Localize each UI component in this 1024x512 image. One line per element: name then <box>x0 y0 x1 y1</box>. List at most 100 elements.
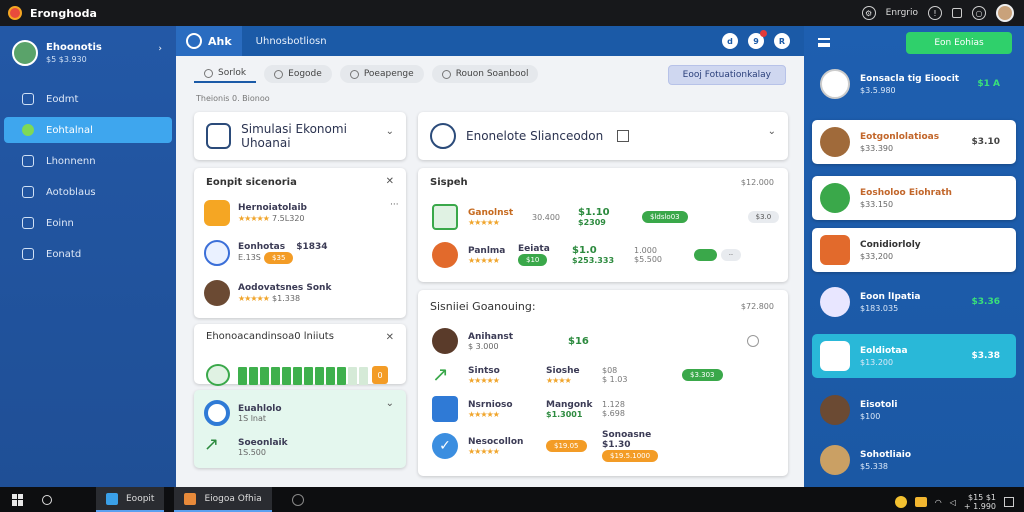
cycle-icon <box>204 400 230 426</box>
item-name: Eonhotas <box>238 242 286 252</box>
more-icon[interactable]: ·· <box>720 249 742 261</box>
chevron-down-icon[interactable]: ⌄ <box>768 126 776 137</box>
status-badge: $10 <box>518 254 548 266</box>
taskbar-app-2[interactable]: Eiogoa Ofhia <box>174 487 272 512</box>
close-icon[interactable]: ✕ <box>386 332 394 343</box>
list-item[interactable]: ↗ Soeonlaik 1S.500 <box>204 434 288 460</box>
search-icon[interactable] <box>42 494 52 505</box>
sidebar-item-clock[interactable]: Aotoblaus <box>4 179 172 205</box>
info-icon[interactable]: d <box>722 33 738 49</box>
notification-icon[interactable]: 9 <box>748 30 767 49</box>
item-value: $3.36 <box>971 297 1000 307</box>
item-value2: $ 1.03 <box>602 375 628 384</box>
list-item[interactable]: Euahlolo 1S lnat <box>204 400 282 426</box>
clock-date: + 1.990 <box>963 502 996 511</box>
header-icons: d 9 R <box>722 30 790 49</box>
folder-icon[interactable] <box>914 497 927 507</box>
trend-up-icon: ↗ <box>204 434 220 455</box>
item-label: Mangonk <box>546 399 593 410</box>
item-sub: 30.400 <box>532 212 560 222</box>
more-icon[interactable]: ··· <box>390 200 399 210</box>
list-item[interactable]: Eoon lIpatia $183.035 $3.36 <box>812 280 1016 324</box>
sidebar-item-people[interactable]: Eoinn <box>4 210 172 236</box>
hero-card-left[interactable]: Simulasi Ekonomi Uhoanai ⌄ <box>194 112 406 160</box>
table-row[interactable]: Panlma ★★★★★ Eeiata $10 $1.0 $253.333 1.000… <box>432 242 742 268</box>
avatar <box>820 445 850 475</box>
clock[interactable]: $15 $1 + 1.990 <box>964 493 996 511</box>
network-icon[interactable]: ◠ <box>935 498 942 507</box>
toolbar-action-button[interactable]: Eooj Fotuationkalay <box>667 65 786 85</box>
avatar <box>820 183 850 213</box>
help-icon[interactable]: ! <box>928 6 942 20</box>
menu-icon[interactable] <box>818 38 830 47</box>
sidebar-item-active[interactable]: Eohtalnal <box>4 117 172 143</box>
list-item[interactable]: Eonhotas $1834 E.13S $35 <box>204 240 328 266</box>
windows-start-icon[interactable] <box>12 493 24 506</box>
filter-icon <box>274 69 284 79</box>
item-value2: $253.333 <box>572 256 615 265</box>
item-sub: $ 3.000 <box>468 341 499 351</box>
sidebar-item-label: Eoinn <box>46 217 74 229</box>
tab-view[interactable]: Rouon Soanbool <box>431 65 539 83</box>
taskbar-app-3[interactable] <box>282 487 322 512</box>
sidebar-item-label: Eonatd <box>46 248 82 260</box>
list-item[interactable]: Conidiorloly $33,200 <box>812 228 1016 272</box>
item-name: Euahlolo <box>238 403 282 414</box>
status-badge: $19.5.1000 <box>602 450 659 462</box>
emoji-icon[interactable] <box>894 496 907 508</box>
item-mid: 1.000 <box>634 246 657 255</box>
window-icon[interactable] <box>952 8 962 18</box>
item-value: $1 A <box>977 79 1000 89</box>
chevron-down-icon[interactable]: ⌄ <box>386 398 394 409</box>
chevron-right-icon[interactable]: › <box>158 44 162 54</box>
close-icon[interactable]: ✕ <box>386 176 394 187</box>
list-item[interactable]: Eisotoli $100 <box>812 388 1016 432</box>
hero-card-right[interactable]: Enonelote Slianceodon ⌄ <box>418 112 788 160</box>
progress-segment <box>304 367 313 385</box>
account-icon[interactable]: ○ <box>972 6 986 20</box>
clock-time: $15 $1 <box>968 493 996 502</box>
notification-center-icon[interactable] <box>1004 497 1014 507</box>
stock-card: Sispeh $12.000 Ganolnst ★★★★★ 30.400 $1.1… <box>418 168 788 282</box>
sidebar-item-grid[interactable]: Lhonnenn <box>4 148 172 174</box>
tab-sort[interactable]: Poeapenge <box>339 65 424 83</box>
summary-card: Euahlolo 1S lnat ⌄ ↗ Soeonlaik 1S.500 <box>194 390 406 468</box>
list-item[interactable]: Eotgonlolatioas $33.390 $3.10 <box>812 120 1016 164</box>
item-value: $16 <box>568 335 589 347</box>
taskbar-app-1[interactable]: Eoopit <box>96 487 165 512</box>
browser-icon <box>291 493 304 506</box>
tab-filter[interactable]: Eogode <box>264 65 332 83</box>
profile[interactable]: Ehoonotis $5 $3.930 › <box>0 26 176 78</box>
profile-icon[interactable]: R <box>774 33 790 49</box>
volume-icon[interactable]: ◁ <box>950 498 956 507</box>
settings-icon[interactable]: ⚙ <box>861 6 876 20</box>
chevron-down-icon[interactable]: ⌄ <box>386 126 394 137</box>
list-item[interactable]: Hernoiatolaib ★★★★★ 7.5L320 ··· <box>204 200 399 226</box>
add-button[interactable]: Eon Eohias <box>906 32 1012 54</box>
item-value2: $2309 <box>578 218 606 227</box>
item-sub: E.13S <box>238 253 261 262</box>
plant-icon <box>432 242 458 268</box>
table-row[interactable]: Nsrnioso ★★★★★ Mangonk $1.3001 1.128 $.698 <box>432 396 682 422</box>
list-item[interactable]: Eosholoo Eiohrath $33.150 <box>812 176 1016 220</box>
sidebar-item-home[interactable]: Eodmt <box>4 86 172 112</box>
user-menu[interactable]: Enrgrio <box>886 8 918 18</box>
table-row[interactable]: ✓ Nesocollon ★★★★★ $19.05 Sonoasne $1.30 $… <box>432 430 682 462</box>
list-item[interactable]: Sohotliaio $5.338 <box>812 438 1016 482</box>
table-row[interactable]: Ganolnst ★★★★★ 30.400 $1.10 $2309 $ldslo03… <box>432 204 780 230</box>
sidebar-item-chart[interactable]: Eonatd <box>4 241 172 267</box>
tab-search[interactable]: Sorlok <box>194 65 257 83</box>
right-panel-header: Eon Eohias <box>804 26 1024 60</box>
list-item[interactable]: Aodovatsnes Sonk ★★★★★ $1.338 <box>204 280 331 306</box>
header-tab[interactable]: Ahk <box>176 26 242 56</box>
list-item[interactable]: Eonsacla tig Eioocit $3.5.980 $1 A <box>812 62 1016 106</box>
avatar[interactable] <box>996 4 1014 22</box>
table-row[interactable]: ↗ Sintso ★★★★★ Sioshe ★★★★ $08 $ 1.03 $3.30… <box>432 362 723 388</box>
app-icon <box>184 492 197 505</box>
info-icon[interactable] <box>746 335 759 347</box>
list-card: Eonpit sicenoria ✕ Hernoiatolaib ★★★★★ 7… <box>194 168 406 318</box>
table-row[interactable]: Anihanst $ 3.000 $16 <box>432 328 759 354</box>
calendar-icon <box>820 235 850 265</box>
list-item-selected[interactable]: Eoldiotaa $13.200 $3.38 <box>812 334 1016 378</box>
item-name: Sohotliaio <box>860 449 912 460</box>
